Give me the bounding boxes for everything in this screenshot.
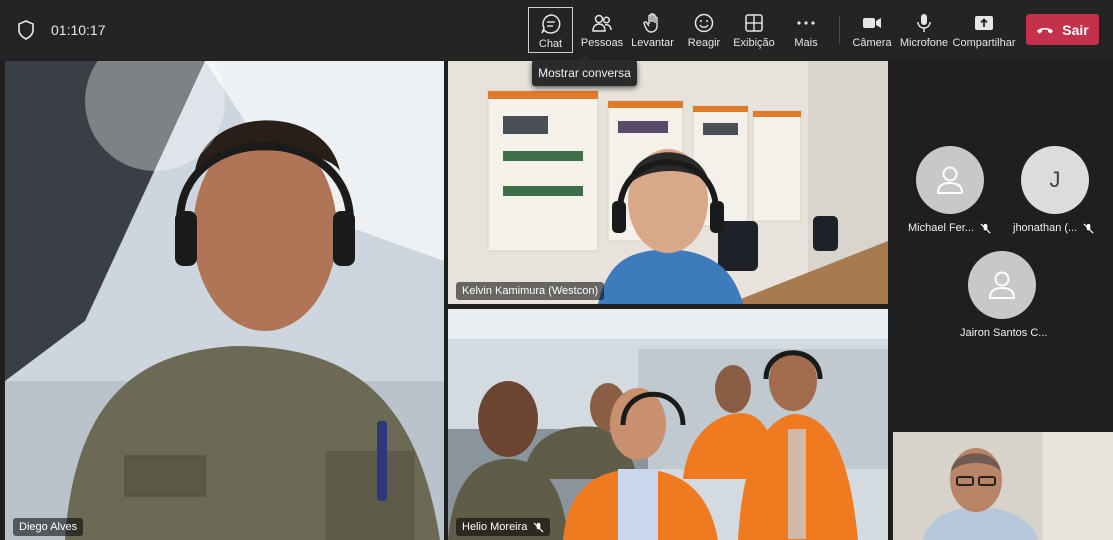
mic-off-icon bbox=[1083, 222, 1094, 234]
person-icon bbox=[988, 271, 1016, 299]
diego-video bbox=[5, 61, 444, 540]
participant-name-helio: Helio Moreira bbox=[462, 521, 528, 533]
shield-icon bbox=[18, 20, 34, 40]
toolbar-divider bbox=[839, 16, 840, 44]
hang-up-icon bbox=[1037, 27, 1054, 33]
video-tile-helio[interactable]: Helio Moreira bbox=[448, 309, 888, 540]
participant-label-jairon: Jairon Santos C... bbox=[960, 327, 1047, 339]
avatar-michael[interactable] bbox=[916, 146, 984, 214]
kelvin-video bbox=[448, 61, 888, 304]
react-button[interactable]: Reagir bbox=[684, 7, 724, 53]
person-icon bbox=[936, 166, 964, 194]
name-tag-diego: Diego Alves bbox=[13, 518, 84, 536]
raise-hand-button[interactable]: Levantar bbox=[630, 7, 675, 53]
react-label: Reagir bbox=[687, 37, 721, 49]
people-button[interactable]: Pessoas bbox=[580, 7, 624, 53]
view-button[interactable]: Exibição bbox=[733, 7, 775, 53]
chat-tooltip: Mostrar conversa bbox=[532, 55, 637, 86]
participant-name-kelvin: Kelvin Kamimura (Westcon) bbox=[462, 285, 599, 297]
self-view-tile[interactable] bbox=[893, 432, 1113, 540]
share-button[interactable]: Compartilhar bbox=[952, 7, 1016, 53]
mic-button[interactable]: Microfone bbox=[900, 7, 948, 53]
share-label: Compartilhar bbox=[952, 37, 1016, 49]
chat-button[interactable]: Chat bbox=[528, 7, 573, 53]
people-label: Pessoas bbox=[580, 37, 624, 49]
mic-off-icon bbox=[980, 222, 991, 234]
meeting-toolbar: 01:10:17 Chat Pessoas Levantar Reagir Ex… bbox=[0, 0, 1113, 60]
participant-label-michael: Michael Fer... bbox=[908, 222, 991, 234]
participant-label-jhonathan: jhonathan (... bbox=[1013, 222, 1094, 234]
hand-icon bbox=[642, 13, 658, 33]
helio-video bbox=[448, 309, 888, 540]
video-tile-kelvin[interactable]: Kelvin Kamimura (Westcon) bbox=[448, 61, 888, 304]
raise-hand-label: Levantar bbox=[631, 37, 674, 49]
avatar-jairon[interactable] bbox=[968, 251, 1036, 319]
more-icon bbox=[797, 21, 815, 25]
mic-label: Microfone bbox=[899, 37, 949, 49]
participant-name-jairon: Jairon Santos C... bbox=[960, 327, 1048, 339]
name-tag-helio: Helio Moreira bbox=[456, 518, 551, 536]
more-button[interactable]: Mais bbox=[787, 7, 825, 53]
share-icon bbox=[975, 16, 993, 30]
avatar-initial-jhonathan: J bbox=[1049, 167, 1061, 192]
microphone-icon bbox=[917, 14, 931, 32]
camera-label: Câmera bbox=[852, 37, 892, 49]
chat-icon bbox=[540, 14, 560, 34]
participant-name-jhonathan: jhonathan (... bbox=[1013, 222, 1078, 234]
meeting-timer: 01:10:17 bbox=[51, 22, 106, 38]
camera-icon bbox=[863, 18, 881, 28]
chat-label: Chat bbox=[538, 38, 563, 50]
mic-off-icon bbox=[533, 521, 544, 533]
video-tile-diego[interactable]: Diego Alves bbox=[5, 61, 444, 540]
self-video bbox=[893, 432, 1113, 540]
camera-button[interactable]: Câmera bbox=[852, 7, 892, 53]
participant-name-diego: Diego Alves bbox=[19, 521, 78, 533]
more-label: Mais bbox=[794, 37, 818, 49]
smile-icon bbox=[694, 13, 714, 33]
name-tag-kelvin: Kelvin Kamimura (Westcon) bbox=[456, 282, 605, 300]
avatar-jhonathan[interactable]: J bbox=[1021, 146, 1089, 214]
leave-button[interactable]: Sair bbox=[1026, 14, 1099, 45]
leave-label: Sair bbox=[1062, 21, 1089, 38]
view-label: Exibição bbox=[733, 37, 775, 49]
grid-view-icon bbox=[745, 14, 763, 32]
people-icon bbox=[592, 14, 612, 32]
participant-name-michael: Michael Fer... bbox=[908, 222, 975, 234]
